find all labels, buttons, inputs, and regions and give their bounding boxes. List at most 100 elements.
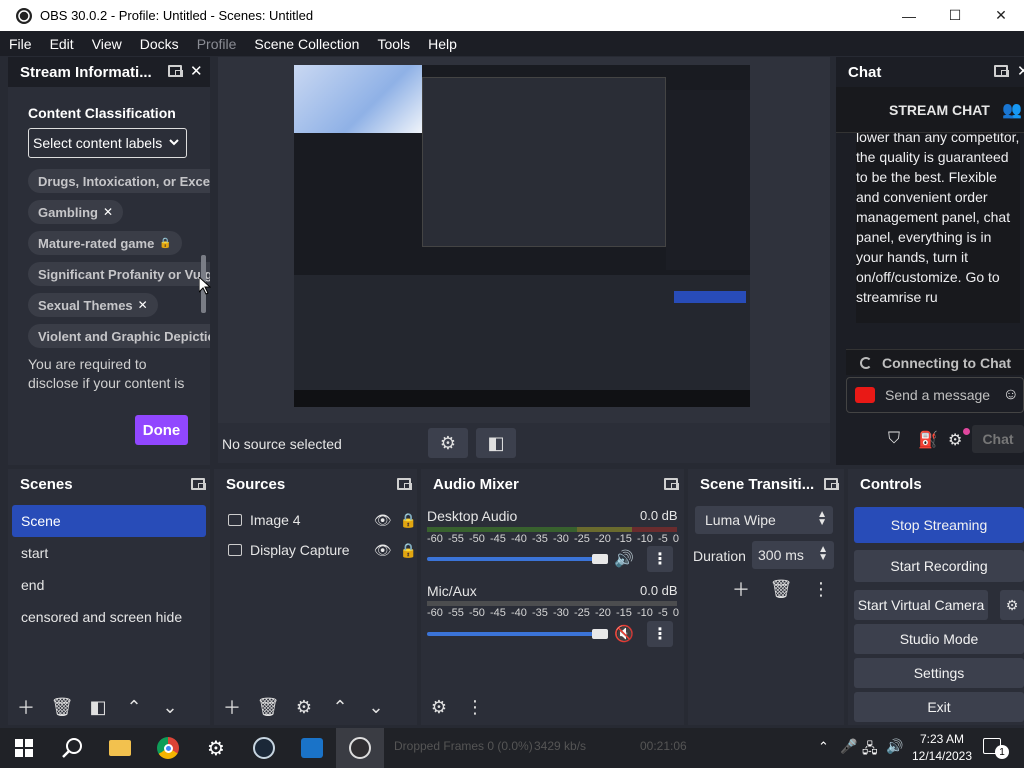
- file-explorer-icon[interactable]: [96, 728, 144, 768]
- stream-chat-label: STREAM CHAT: [889, 102, 990, 118]
- gear-icon[interactable]: ⚙: [1000, 590, 1024, 620]
- lock-icon[interactable]: 🔒: [400, 512, 417, 529]
- users-icon[interactable]: 👥: [1002, 100, 1022, 120]
- menu-edit[interactable]: Edit: [41, 36, 83, 52]
- kebab-menu-icon[interactable]: ⋮: [457, 692, 493, 722]
- slider-handle[interactable]: [592, 554, 608, 564]
- windows-start-icon[interactable]: [0, 728, 48, 768]
- scenes-dock: Scenes Scene start end censored and scre…: [8, 469, 210, 725]
- close-button[interactable]: ✕: [978, 0, 1024, 31]
- minimize-button[interactable]: —: [886, 0, 932, 31]
- menu-file[interactable]: File: [0, 36, 41, 52]
- studio-mode-button[interactable]: Studio Mode: [854, 624, 1024, 654]
- maximize-button[interactable]: ☐: [932, 0, 978, 31]
- chat-button[interactable]: Chat: [972, 425, 1024, 453]
- trash-icon[interactable]: 🗑: [250, 692, 286, 722]
- volume-icon[interactable]: 🔊: [886, 738, 903, 755]
- label-violent[interactable]: Violent and Graphic Depiction: [28, 324, 210, 348]
- settings-button[interactable]: Settings: [854, 658, 1024, 688]
- clock-time[interactable]: 7:23 AM: [912, 732, 972, 746]
- steam-icon[interactable]: [240, 728, 288, 768]
- label-text: Sexual Themes: [38, 297, 133, 313]
- scene-item[interactable]: censored and screen hide: [12, 601, 206, 633]
- gear-icon[interactable]: ⚙: [286, 692, 322, 722]
- muted-speaker-icon[interactable]: 🔇: [614, 624, 634, 644]
- kebab-menu-icon[interactable]: ⋮: [647, 621, 673, 647]
- clock-date[interactable]: 12/14/2023: [908, 749, 976, 763]
- duration-input[interactable]: 300 ms ▲ ▼: [752, 541, 834, 569]
- source-item[interactable]: Image 4 👁 🔒: [214, 505, 417, 535]
- start-recording-button[interactable]: Start Recording: [854, 550, 1024, 582]
- start-virtual-camera-button[interactable]: Start Virtual Camera: [854, 590, 988, 620]
- scene-item[interactable]: Scene: [12, 505, 206, 537]
- content-labels-select[interactable]: Select content labels: [28, 128, 187, 158]
- nested-taskbar: [294, 390, 750, 407]
- remove-icon[interactable]: ✕: [138, 298, 148, 312]
- exit-button[interactable]: Exit: [854, 692, 1024, 722]
- send-message-field[interactable]: Send a message ☺: [846, 377, 1024, 413]
- filters-icon[interactable]: ◧: [476, 428, 516, 458]
- slider-handle[interactable]: [592, 629, 608, 639]
- app-icon[interactable]: [288, 728, 336, 768]
- label-profanity[interactable]: Significant Profanity or Vulga: [28, 262, 210, 286]
- trash-icon[interactable]: 🗑: [763, 574, 799, 604]
- gear-icon[interactable]: ⚙: [421, 692, 457, 722]
- menu-profile[interactable]: Profile: [188, 36, 246, 52]
- settings-icon[interactable]: ⚙: [948, 430, 962, 450]
- add-icon[interactable]: ＋: [214, 692, 250, 722]
- source-item[interactable]: Display Capture 👁 🔒: [214, 535, 417, 565]
- desktop-audio-volume-slider[interactable]: [427, 557, 607, 561]
- scene-item[interactable]: end: [12, 569, 206, 601]
- stop-streaming-button[interactable]: Stop Streaming: [854, 507, 1024, 543]
- menu-scene-collection[interactable]: Scene Collection: [245, 36, 368, 52]
- desktop-audio-db: 0.0 dB: [640, 508, 678, 523]
- emote-icon[interactable]: ☺: [1003, 386, 1019, 404]
- float-icon[interactable]: [191, 478, 206, 490]
- chevron-up-icon[interactable]: ⌃: [322, 692, 358, 722]
- eye-icon[interactable]: 👁: [374, 512, 392, 529]
- label-drugs[interactable]: Drugs, Intoxication, or Excess: [28, 169, 210, 193]
- lock-icon[interactable]: 🔒: [400, 542, 417, 559]
- gear-icon[interactable]: ⚙: [428, 428, 468, 458]
- menu-docks[interactable]: Docks: [131, 36, 188, 52]
- speaker-icon[interactable]: 🔊: [614, 549, 634, 569]
- kebab-menu-icon[interactable]: ⋮: [647, 546, 673, 572]
- mic-aux-volume-slider[interactable]: [427, 632, 607, 636]
- preview-canvas[interactable]: [294, 65, 750, 407]
- menu-view[interactable]: View: [83, 36, 131, 52]
- menu-tools[interactable]: Tools: [368, 36, 419, 52]
- close-icon[interactable]: ✕: [190, 62, 203, 80]
- eye-icon[interactable]: 👁: [374, 542, 392, 559]
- remove-icon[interactable]: ✕: [103, 205, 113, 219]
- done-button[interactable]: Done: [135, 415, 188, 445]
- settings-icon[interactable]: ⚙: [192, 728, 240, 768]
- chevron-down-icon[interactable]: ⌄: [152, 692, 188, 722]
- chevron-up-icon[interactable]: ⌃: [818, 739, 829, 755]
- scene-item[interactable]: start: [12, 537, 206, 569]
- label-sexual-themes[interactable]: Sexual Themes ✕: [28, 293, 158, 317]
- search-icon[interactable]: [48, 728, 96, 768]
- chevron-down-icon[interactable]: ⌄: [358, 692, 394, 722]
- float-icon[interactable]: [824, 478, 839, 490]
- float-icon[interactable]: [397, 478, 412, 490]
- add-icon[interactable]: ＋: [8, 692, 44, 722]
- close-icon[interactable]: ✕: [1017, 62, 1024, 80]
- kebab-menu-icon[interactable]: ⋮: [803, 574, 839, 604]
- menu-help[interactable]: Help: [419, 36, 466, 52]
- chevron-up-icon[interactable]: ⌃: [116, 692, 152, 722]
- transition-select[interactable]: Luma Wipe ▲ ▼: [695, 506, 833, 534]
- float-icon[interactable]: [664, 478, 679, 490]
- label-gambling[interactable]: Gambling ✕: [28, 200, 124, 224]
- float-icon[interactable]: [168, 65, 183, 77]
- label-mature-game[interactable]: Mature-rated game 🔒: [28, 231, 182, 255]
- add-icon[interactable]: ＋: [723, 574, 759, 604]
- float-icon[interactable]: [994, 65, 1009, 77]
- network-icon[interactable]: 🖧: [862, 738, 878, 762]
- chrome-icon[interactable]: [144, 728, 192, 768]
- shield-icon[interactable]: ⛉: [888, 430, 900, 448]
- filters-icon[interactable]: ◧: [80, 692, 116, 722]
- bits-icon[interactable]: ⛽: [918, 430, 938, 450]
- microphone-icon[interactable]: 🎤: [840, 738, 857, 755]
- obs-icon[interactable]: [336, 728, 384, 768]
- trash-icon[interactable]: 🗑: [44, 692, 80, 722]
